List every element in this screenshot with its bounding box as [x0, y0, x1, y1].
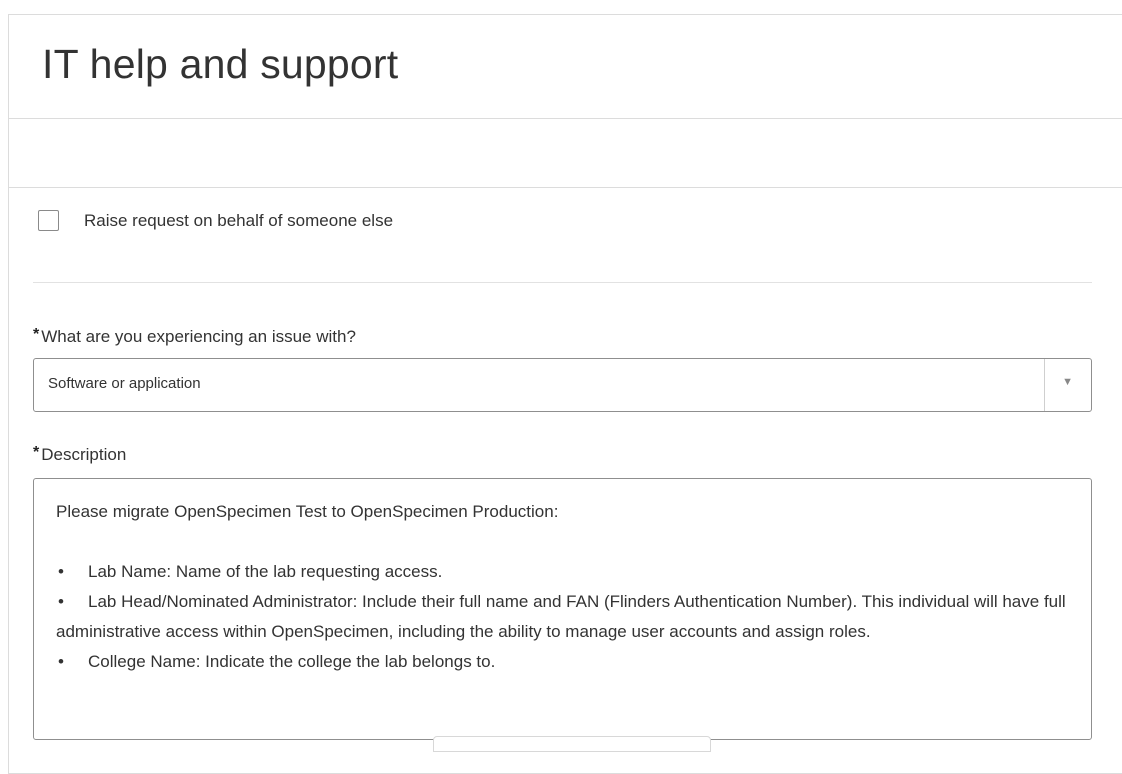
bullet-text: Lab Head/Nominated Administrator: Includ…: [56, 592, 1066, 641]
required-marker: *: [33, 444, 40, 461]
issue-select[interactable]: Software or application ▼: [33, 358, 1092, 412]
issue-select-value: Software or application: [48, 375, 201, 392]
description-bullet: • Lab Head/Nominated Administrator: Inclu…: [56, 587, 1067, 647]
bullet-icon: •: [58, 652, 64, 671]
bullet-icon: •: [58, 562, 64, 581]
description-field-label: * Description: [33, 444, 126, 465]
issue-label-text: What are you experiencing an issue with?: [41, 327, 356, 346]
required-marker: *: [33, 326, 40, 343]
bullet-text: Lab Name: Name of the lab requesting acc…: [88, 562, 443, 581]
description-bullet: • Lab Name: Name of the lab requesting ac…: [56, 557, 1067, 587]
issue-field-label: * What are you experiencing an issue with…: [33, 326, 356, 347]
bullet-text: College Name: Indicate the college the l…: [88, 652, 496, 671]
card-subheader: [9, 119, 1122, 188]
description-textarea[interactable]: Please migrate OpenSpecimen Test to Open…: [33, 478, 1092, 740]
description-label-text: Description: [41, 445, 127, 464]
popup-edge: [433, 736, 711, 752]
select-separator: [1044, 359, 1045, 411]
description-bullet: • College Name: Indicate the college the …: [56, 647, 1067, 677]
description-intro: Please migrate OpenSpecimen Test to Open…: [56, 502, 559, 521]
bullet-icon: •: [58, 592, 64, 611]
on-behalf-label[interactable]: Raise request on behalf of someone else: [84, 211, 393, 231]
on-behalf-checkbox[interactable]: [38, 210, 59, 231]
card-header: IT help and support: [9, 15, 1122, 119]
section-divider: [33, 282, 1092, 283]
chevron-down-icon[interactable]: ▼: [1062, 376, 1073, 388]
page-title: IT help and support: [42, 41, 399, 87]
on-behalf-row: Raise request on behalf of someone else: [38, 210, 393, 231]
